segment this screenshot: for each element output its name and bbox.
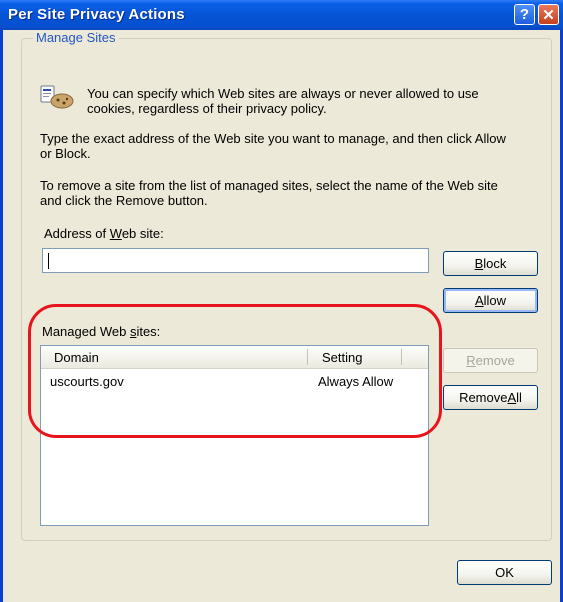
column-divider[interactable] <box>401 349 402 365</box>
address-label-suffix: eb site: <box>121 226 164 241</box>
instructions-type-line-2: or Block. <box>40 146 91 161</box>
intro-text-line-1: You can specify which Web sites are alwa… <box>87 86 479 101</box>
cookie-privacy-icon <box>40 85 74 109</box>
column-divider[interactable] <box>307 349 308 365</box>
text-caret <box>48 253 49 269</box>
instructions-remove-line-1: To remove a site from the list of manage… <box>40 178 498 193</box>
group-legend: Manage Sites <box>33 30 119 45</box>
allow-button-accesskey: A <box>474 293 484 308</box>
window-title: Per Site Privacy Actions <box>8 6 185 23</box>
remove-all-accesskey: A <box>507 390 517 405</box>
ok-button[interactable]: OK <box>457 560 552 585</box>
column-header-domain[interactable]: Domain <box>54 350 99 365</box>
row-domain-cell: uscourts.gov <box>50 374 124 389</box>
row-setting-cell: Always Allow <box>318 374 394 389</box>
remove-all-label-suffix: ll <box>516 390 522 405</box>
managed-label-suffix: ites: <box>136 324 161 339</box>
block-button-label: lock <box>483 256 507 271</box>
address-input[interactable] <box>42 248 429 273</box>
managed-sites-list[interactable]: Domain Setting uscourts.gov Always Allow <box>40 345 429 526</box>
close-icon: ✕ <box>542 6 555 24</box>
column-header-setting[interactable]: Setting <box>322 350 362 365</box>
block-button-accesskey: B <box>474 256 484 271</box>
remove-button-accesskey: R <box>466 353 476 368</box>
help-button[interactable]: ? <box>514 4 535 25</box>
allow-button-label: llow <box>483 293 507 308</box>
remove-all-button[interactable]: Remove All <box>443 385 538 410</box>
address-label: Address of Web site: <box>44 226 164 241</box>
instructions-remove-line-2: and click the Remove button. <box>40 193 208 208</box>
remove-all-label-prefix: Remove <box>459 390 508 405</box>
address-label-prefix: Address of <box>44 226 110 241</box>
remove-button-label: emove <box>475 353 515 368</box>
close-button[interactable]: ✕ <box>538 4 559 25</box>
help-icon: ? <box>519 6 530 23</box>
title-bar[interactable]: Per Site Privacy Actions ? ✕ <box>0 0 563 30</box>
intro-text-line-2: cookies, regardless of their privacy pol… <box>87 101 327 116</box>
remove-button[interactable]: Remove <box>443 348 538 373</box>
managed-sites-label: Managed Web sites: <box>42 324 160 339</box>
address-label-accesskey: W <box>109 226 122 241</box>
managed-label-prefix: Managed Web <box>42 324 130 339</box>
block-button[interactable]: Block <box>443 251 538 276</box>
instructions-type-line-1: Type the exact address of the Web site y… <box>40 131 506 146</box>
list-header: Domain Setting <box>41 346 428 369</box>
allow-button[interactable]: Allow <box>443 288 538 313</box>
